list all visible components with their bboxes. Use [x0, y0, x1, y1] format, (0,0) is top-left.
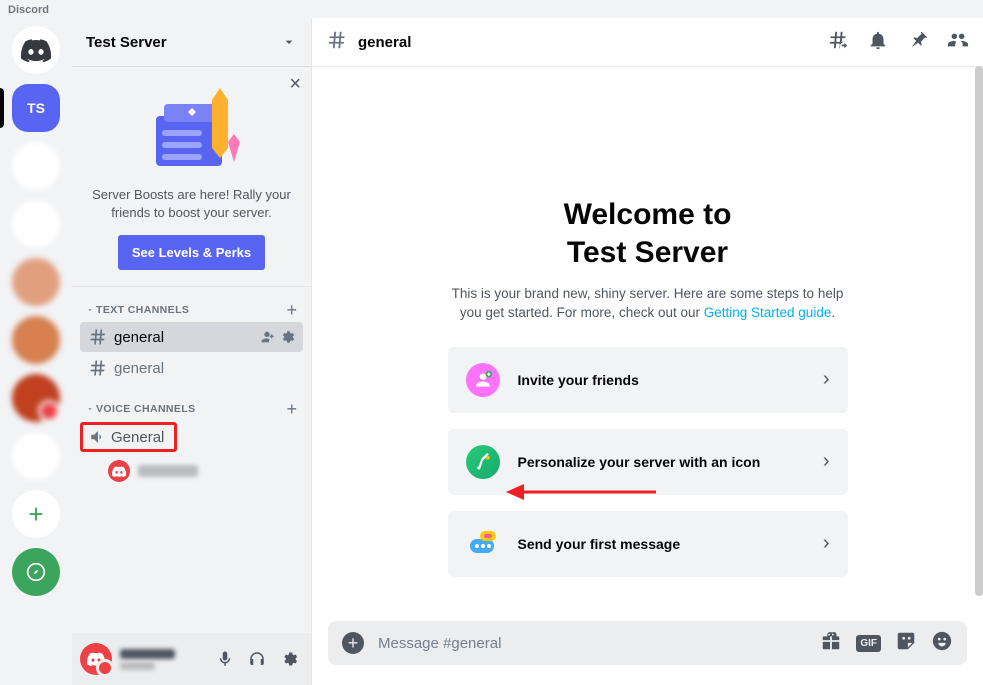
members-button[interactable] — [947, 29, 969, 56]
message-composer[interactable]: + Message #general GIF — [328, 621, 967, 665]
gear-icon[interactable] — [279, 329, 295, 345]
headphones-icon — [248, 650, 266, 668]
chevron-down-icon — [86, 306, 94, 314]
server-test-server[interactable]: TS — [12, 84, 60, 132]
mute-button[interactable] — [211, 645, 239, 673]
server-header[interactable]: Test Server — [72, 18, 311, 66]
add-voice-channel-button[interactable]: + — [282, 400, 301, 418]
invite-friends-card[interactable]: Invite your friends › — [448, 347, 848, 413]
personalize-card[interactable]: Personalize your server with an icon › — [448, 429, 848, 495]
attach-button[interactable]: + — [342, 632, 364, 654]
notifications-button[interactable] — [867, 29, 889, 56]
server-item[interactable] — [12, 316, 60, 364]
chat-area: general Welcome toTest Server This is yo… — [312, 18, 983, 685]
server-item[interactable] — [12, 432, 60, 480]
scrollbar[interactable] — [975, 66, 983, 596]
explore-servers-button[interactable] — [12, 548, 60, 596]
card-label: Personalize your server with an icon — [518, 454, 805, 470]
voice-user-name-blurred — [138, 465, 198, 477]
channel-general[interactable]: general — [80, 322, 303, 352]
channel-title: general — [358, 34, 827, 51]
chevron-right-icon: › — [823, 450, 830, 473]
server-item[interactable] — [12, 258, 60, 306]
chevron-right-icon: › — [823, 368, 830, 391]
invite-icon[interactable] — [259, 329, 275, 345]
chevron-down-icon — [281, 34, 297, 50]
compass-icon — [26, 562, 46, 582]
sticker-icon — [895, 630, 917, 652]
chevron-right-icon: › — [823, 532, 830, 555]
threads-button[interactable] — [827, 29, 849, 56]
channel-name: general — [114, 329, 259, 346]
composer-placeholder: Message #general — [378, 635, 806, 652]
card-label: Send your first message — [518, 536, 805, 552]
welcome-title: Welcome toTest Server — [564, 196, 732, 271]
discord-icon — [21, 38, 51, 62]
server-name: Test Server — [86, 34, 167, 51]
bell-icon — [867, 29, 889, 51]
boost-button[interactable]: See Levels & Perks — [118, 235, 265, 270]
sticker-button[interactable] — [895, 630, 917, 657]
send-message-card[interactable]: Send your first message › — [448, 511, 848, 577]
getting-started-link[interactable]: Getting Started guide — [704, 305, 832, 320]
pinned-button[interactable] — [907, 29, 929, 56]
settings-button[interactable] — [275, 645, 303, 673]
user-panel — [72, 633, 311, 685]
voice-channel-general[interactable]: General — [80, 422, 177, 452]
card-label: Invite your friends — [518, 372, 805, 388]
app-name: Discord — [8, 4, 49, 16]
channel-general-2[interactable]: general — [80, 353, 303, 383]
close-icon[interactable]: × — [289, 74, 301, 94]
invite-icon — [466, 363, 500, 397]
boost-text: Server Boosts are here! Rally your frien… — [84, 186, 299, 221]
gear-icon — [280, 650, 298, 668]
emoji-button[interactable] — [931, 630, 953, 657]
chevron-down-icon — [86, 405, 94, 413]
gift-button[interactable] — [820, 630, 842, 657]
hash-icon — [326, 29, 348, 56]
gift-icon — [820, 630, 842, 652]
server-item[interactable] — [12, 200, 60, 248]
welcome-subtitle: This is your brand new, shiny server. He… — [448, 285, 848, 323]
channel-header: general — [312, 18, 983, 66]
avatar[interactable] — [80, 643, 112, 675]
boost-banner: × Server Boosts are here! Rally your fri… — [72, 66, 311, 287]
server-item[interactable] — [12, 374, 60, 422]
microphone-icon — [216, 650, 234, 668]
hash-icon — [88, 358, 108, 378]
channel-name: general — [114, 360, 295, 377]
members-icon — [947, 29, 969, 51]
hash-icon — [88, 327, 108, 347]
add-server-button[interactable]: + — [12, 490, 60, 538]
add-text-channel-button[interactable]: + — [282, 301, 301, 319]
user-tag-blurred — [120, 662, 155, 670]
boost-illustration — [84, 82, 299, 176]
threads-icon — [827, 29, 849, 51]
voice-channels-header[interactable]: VOICE CHANNELS + — [80, 400, 303, 420]
deafen-button[interactable] — [243, 645, 271, 673]
titlebar: Discord — [0, 0, 983, 18]
emoji-icon — [931, 630, 953, 652]
server-item[interactable] — [12, 142, 60, 190]
speaker-icon — [89, 428, 107, 446]
message-icon — [466, 527, 500, 561]
avatar — [108, 460, 130, 482]
welcome-panel: Welcome toTest Server This is your brand… — [312, 66, 983, 621]
text-channels-header[interactable]: TEXT CHANNELS + — [80, 301, 303, 321]
gif-button[interactable]: GIF — [856, 635, 881, 652]
paint-icon — [466, 445, 500, 479]
channel-sidebar: Test Server × Se — [72, 18, 312, 685]
voice-channel-name: General — [111, 429, 164, 446]
username-blurred — [120, 649, 175, 659]
home-button[interactable] — [12, 26, 60, 74]
pin-icon — [907, 29, 929, 51]
server-list: TS + — [0, 18, 72, 685]
voice-user[interactable] — [80, 456, 303, 486]
